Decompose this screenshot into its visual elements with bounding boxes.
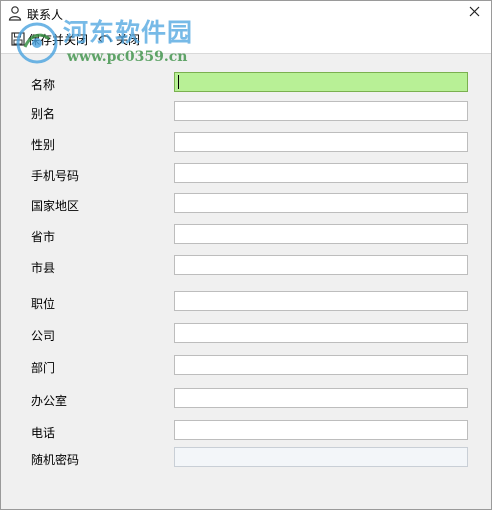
form-row-mobile: 手机号码 (1, 163, 491, 185)
contact-window: 联系人 保存并关闭 关闭 河东软件园 www.pc0359.cn 名称 别名 性… (0, 0, 492, 510)
province-label: 省市 (31, 230, 56, 244)
province-input[interactable] (174, 224, 468, 244)
save-icon (11, 32, 25, 46)
position-input[interactable] (174, 291, 468, 311)
close-icon (469, 6, 480, 20)
office-label: 办公室 (31, 394, 68, 408)
form-row-company: 公司 (1, 323, 491, 345)
office-input[interactable] (174, 388, 468, 408)
form-row-name: 名称 (1, 72, 491, 94)
department-input[interactable] (174, 355, 468, 375)
close-button[interactable]: 关闭 (97, 30, 140, 48)
alias-label: 别名 (31, 107, 56, 121)
company-input[interactable] (174, 323, 468, 343)
country-input[interactable] (174, 193, 468, 213)
phone-input[interactable] (174, 420, 468, 440)
department-label: 部门 (31, 361, 56, 375)
company-label: 公司 (31, 329, 56, 343)
gender-input[interactable] (174, 132, 468, 152)
city-input[interactable] (174, 255, 468, 275)
undo-icon (98, 35, 112, 43)
name-input[interactable] (174, 72, 468, 92)
window-title: 联系人 (27, 8, 64, 22)
toolbar: 保存并关闭 关闭 (1, 25, 491, 54)
text-caret (178, 75, 179, 89)
position-label: 职位 (31, 297, 56, 311)
city-label: 市县 (31, 261, 56, 275)
form-row-position: 职位 (1, 291, 491, 313)
close-label: 关闭 (116, 32, 141, 47)
form-row-office: 办公室 (1, 388, 491, 410)
form-row-random-password: 随机密码 (1, 447, 491, 469)
save-and-close-label: 保存并关闭 (28, 32, 89, 47)
random-password-label: 随机密码 (31, 453, 80, 467)
title-bar: 联系人 (1, 1, 491, 25)
form-row-province: 省市 (1, 224, 491, 246)
save-and-close-button[interactable]: 保存并关闭 (11, 30, 88, 48)
form-row-phone: 电话 (1, 420, 491, 442)
form-row-alias: 别名 (1, 101, 491, 123)
mobile-input[interactable] (174, 163, 468, 183)
mobile-label: 手机号码 (31, 169, 80, 183)
form-row-country: 国家地区 (1, 193, 491, 215)
form-row-city: 市县 (1, 255, 491, 277)
random-password-input[interactable] (174, 447, 468, 467)
country-label: 国家地区 (31, 199, 80, 213)
form-row-department: 部门 (1, 355, 491, 377)
form-row-gender: 性别 (1, 132, 491, 154)
alias-input[interactable] (174, 101, 468, 121)
phone-label: 电话 (31, 426, 56, 440)
window-close-button[interactable] (457, 1, 491, 25)
gender-label: 性别 (31, 138, 56, 152)
contact-person-icon (7, 5, 23, 21)
name-label: 名称 (31, 78, 56, 92)
